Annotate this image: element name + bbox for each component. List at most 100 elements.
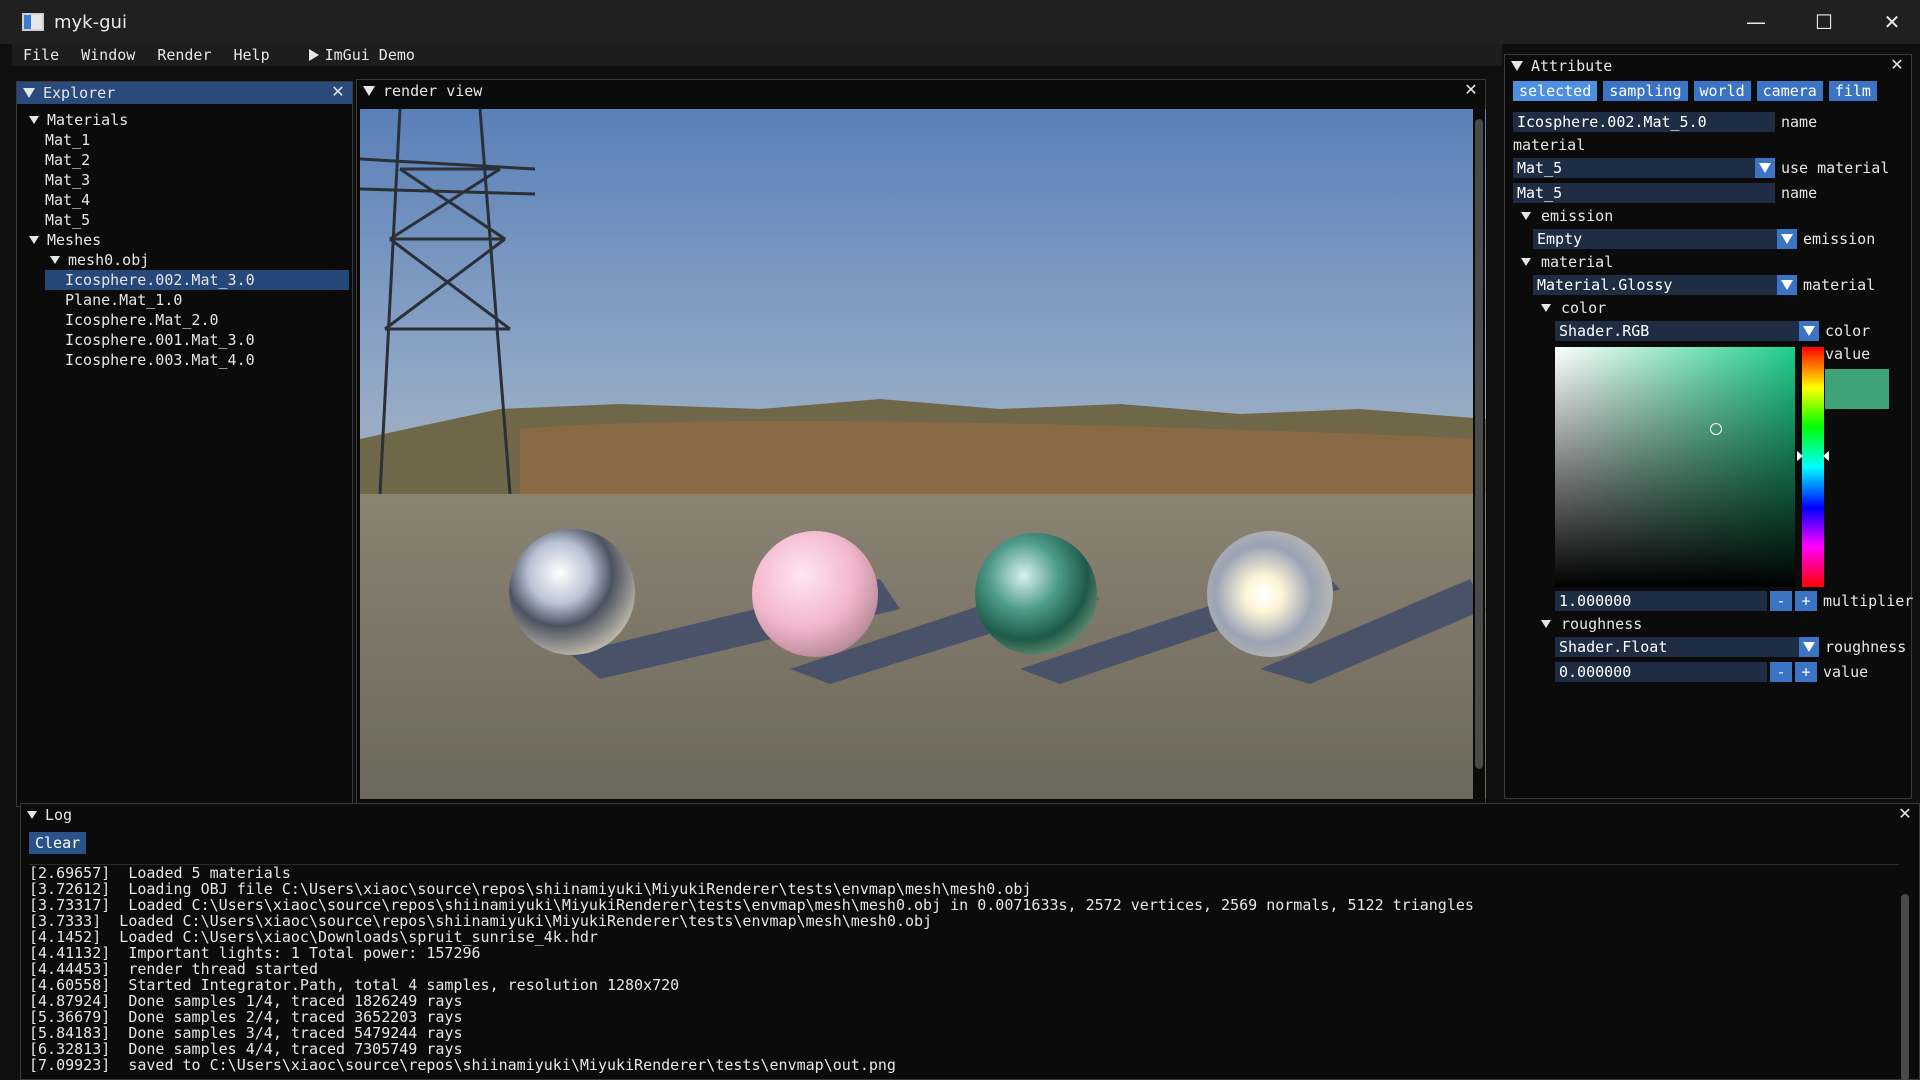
object-name-label: name [1781,113,1818,131]
close-window-button[interactable]: ✕ [1858,0,1920,44]
imgui-demo-label: ImGui Demo [324,46,415,64]
decrement-button[interactable]: - [1770,662,1792,682]
imgui-demo-toggle[interactable]: ImGui Demo [308,46,415,64]
saturation-value-picker[interactable] [1555,347,1795,587]
material-header[interactable]: material [1521,251,1613,273]
tree-arrow-icon [1541,620,1551,628]
close-icon[interactable]: ✕ [1889,57,1905,73]
log-line: [5.36679] Done samples 2/4, traced 36522… [29,1008,463,1026]
material-type-row: Material.Glossy material [1533,274,1875,296]
use-material-row: Mat_5 use material [1513,157,1889,179]
material-type-select[interactable]: Material.Glossy [1533,275,1797,295]
tree-item-mat-4[interactable]: Mat_4 [17,190,352,210]
log-header[interactable]: Log ✕ [21,804,1919,826]
render-output-image[interactable] [360,109,1486,799]
close-icon[interactable]: ✕ [1463,82,1479,98]
tree-arrow-icon [29,236,39,244]
dropdown-arrow-icon[interactable] [1777,275,1797,295]
emission-value: Empty [1537,230,1583,248]
minimize-button[interactable]: — [1722,0,1790,44]
tree-node-meshes[interactable]: Meshes [17,230,352,250]
tree-node-materials[interactable]: Materials [17,110,352,130]
emission-header[interactable]: emission [1521,205,1613,227]
tab-camera[interactable]: camera [1756,81,1823,101]
emission-select[interactable]: Empty [1533,229,1797,249]
tree-item-mesh-0[interactable]: Icosphere.002.Mat_3.0 [45,270,349,290]
tree-item-mat-2[interactable]: Mat_2 [17,150,352,170]
render-view-title: render view [383,82,483,100]
title-bar: myk-gui — ☐ ✕ [0,0,1920,44]
roughness-value-label: value [1823,663,1869,681]
tab-sampling[interactable]: sampling [1603,81,1688,101]
material-type-value: Material.Glossy [1537,276,1673,294]
multiplier-input[interactable]: 1.000000 [1555,591,1767,611]
dropdown-arrow-icon[interactable] [1777,229,1797,249]
hue-slider[interactable] [1802,347,1824,587]
collapse-arrow-icon[interactable] [1511,61,1523,71]
picker-cursor-icon[interactable] [1710,423,1722,435]
collapse-arrow-icon[interactable] [23,88,35,98]
log-line: [7.09923] saved to C:\Users\xiaoc\source… [29,1056,896,1074]
log-line: [4.41132] Important lights: 1 Total powe… [29,944,481,962]
tab-selected[interactable]: selected [1513,81,1598,101]
material-name-input[interactable]: Mat_5 [1513,183,1775,203]
collapse-arrow-icon[interactable] [27,811,37,819]
emission-row: Empty emission [1533,228,1875,250]
material-name-row: Mat_5 name [1513,182,1817,204]
render-scrollbar[interactable] [1473,109,1485,799]
roughness-shader-select[interactable]: Shader.Float [1555,637,1819,657]
tree-item-mat-5[interactable]: Mat_5 [17,210,352,230]
menu-bar: File Window Render Help ImGui Demo [12,44,1502,66]
close-icon[interactable]: ✕ [1897,806,1913,822]
tree-item-mesh-2[interactable]: Icosphere.Mat_2.0 [17,310,352,330]
tree-node-mesh-file[interactable]: mesh0.obj [17,250,352,270]
menu-file[interactable]: File [12,46,70,64]
tree-arrow-icon [1521,258,1531,266]
use-material-select[interactable]: Mat_5 [1513,158,1775,178]
roughness-value-input[interactable]: 0.000000 [1555,662,1767,682]
explorer-header[interactable]: Explorer ✕ [17,82,352,104]
tree-item-mat-1[interactable]: Mat_1 [17,130,352,150]
close-icon[interactable]: ✕ [330,84,346,100]
log-scroll-thumb[interactable] [1901,894,1909,1080]
attribute-tabs: selected sampling world camera film [1505,77,1911,105]
increment-button[interactable]: + [1795,662,1817,682]
roughness-header-label: roughness [1561,615,1643,633]
dropdown-arrow-icon[interactable] [1799,637,1819,657]
material-name-label: name [1781,184,1818,202]
tree-item-mesh-1[interactable]: Plane.Mat_1.0 [17,290,352,310]
render-scene-graphic [360,109,1486,799]
menu-window[interactable]: Window [70,46,146,64]
attribute-header[interactable]: Attribute ✕ [1505,55,1911,77]
decrement-button[interactable]: - [1770,591,1792,611]
tree-item-mesh-3[interactable]: Icosphere.001.Mat_3.0 [17,330,352,350]
render-view-header[interactable]: render view ✕ [357,80,1485,102]
color-header-label: color [1561,299,1607,317]
log-scrollbar[interactable] [1899,864,1911,1080]
menu-render[interactable]: Render [146,46,222,64]
increment-button[interactable]: + [1795,591,1817,611]
color-swatch[interactable] [1825,369,1889,409]
collapse-arrow-icon[interactable] [363,86,375,96]
dropdown-arrow-icon[interactable] [1799,321,1819,341]
expand-arrow-icon [308,49,319,61]
menu-help[interactable]: Help [223,46,281,64]
color-shader-select[interactable]: Shader.RGB [1555,321,1819,341]
roughness-header[interactable]: roughness [1541,613,1642,635]
color-header[interactable]: color [1541,297,1606,319]
multiplier-label: multiplier [1823,592,1914,610]
tab-film[interactable]: film [1828,81,1877,101]
tab-world[interactable]: world [1693,81,1751,101]
color-shader-value: Shader.RGB [1559,322,1650,340]
tree-arrow-icon [1521,212,1531,220]
tree-item-mesh-4[interactable]: Icosphere.003.Mat_4.0 [17,350,352,370]
dropdown-arrow-icon[interactable] [1755,158,1775,178]
render-scroll-thumb[interactable] [1475,119,1483,769]
tree-item-mat-3[interactable]: Mat_3 [17,170,352,190]
hue-marker-icon[interactable] [1797,451,1829,461]
object-name-input[interactable]: Icosphere.002.Mat_5.0 [1513,112,1775,132]
maximize-button[interactable]: ☐ [1790,0,1858,44]
clear-log-button[interactable]: Clear [29,832,87,854]
log-output: [2.69657] Loaded 5 materials [3.72612] L… [29,864,1899,1080]
chrome-sphere-1 [509,529,635,655]
